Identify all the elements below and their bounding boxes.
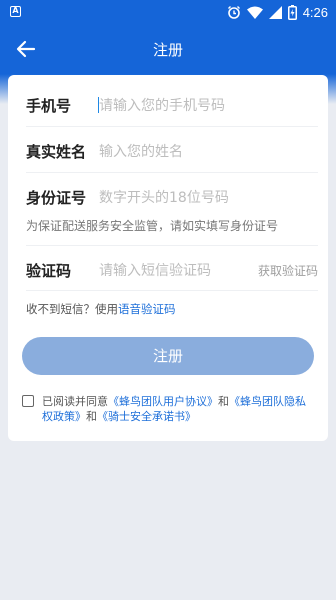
id-card-label: 身份证号	[26, 189, 87, 207]
id-card-input[interactable]: 数字开头的18位号码	[99, 187, 249, 207]
app-header: 注册	[0, 24, 336, 74]
voice-code-line: 收不到短信？使用语音验证码	[26, 301, 176, 317]
name-input[interactable]: 输入您的姓名	[99, 141, 249, 161]
phone-row: 手机号 请输入您的手机号码	[26, 81, 318, 127]
a-box-icon: A	[10, 6, 21, 17]
alarm-icon	[227, 6, 240, 19]
agreement-and-1: 和	[218, 395, 229, 408]
register-button[interactable]: 注册	[22, 337, 314, 375]
id-card-hint: 为保证配送服务安全监管，请如实填写身份证号	[26, 219, 279, 233]
status-time: 4:26	[302, 4, 328, 20]
get-code-button[interactable]: 获取验证码	[258, 262, 318, 279]
status-bar: A 4:26	[0, 0, 336, 24]
name-row: 真实姓名 输入您的姓名	[26, 127, 318, 173]
register-card: 手机号 请输入您的手机号码 真实姓名 输入您的姓名 身份证号 数字开头的18位号…	[8, 75, 328, 441]
code-label: 验证码	[26, 262, 72, 280]
code-input[interactable]: 请输入短信验证码	[99, 260, 249, 280]
agreement-prefix: 已阅读并同意	[42, 395, 108, 408]
agreement-and-2: 和	[86, 410, 97, 423]
user-agreement-link[interactable]: 《蜂鸟团队用户协议》	[108, 395, 218, 408]
rider-safety-pledge-link[interactable]: 《骑士安全承诺书》	[97, 410, 196, 423]
voice-prefix: 收不到短信？使用	[26, 302, 118, 316]
status-icons: 4:26	[227, 4, 328, 20]
voice-code-link[interactable]: 语音验证码	[118, 302, 176, 316]
phone-label: 手机号	[26, 97, 72, 115]
page-title: 注册	[152, 41, 183, 59]
battery-icon	[287, 4, 297, 20]
code-row: 验证码 请输入短信验证码 获取验证码	[26, 245, 318, 291]
name-label: 真实姓名	[26, 143, 87, 161]
id-card-row: 身份证号 数字开头的18位号码	[26, 173, 318, 209]
signal-icon	[268, 5, 282, 19]
wifi-icon	[246, 6, 263, 19]
agree-checkbox[interactable]	[22, 395, 34, 407]
agreement-text: 已阅读并同意《蜂鸟团队用户协议》和《蜂鸟团队隐私权政策》和《骑士安全承诺书》	[42, 394, 314, 424]
phone-input[interactable]: 请输入您的手机号码	[99, 95, 249, 115]
